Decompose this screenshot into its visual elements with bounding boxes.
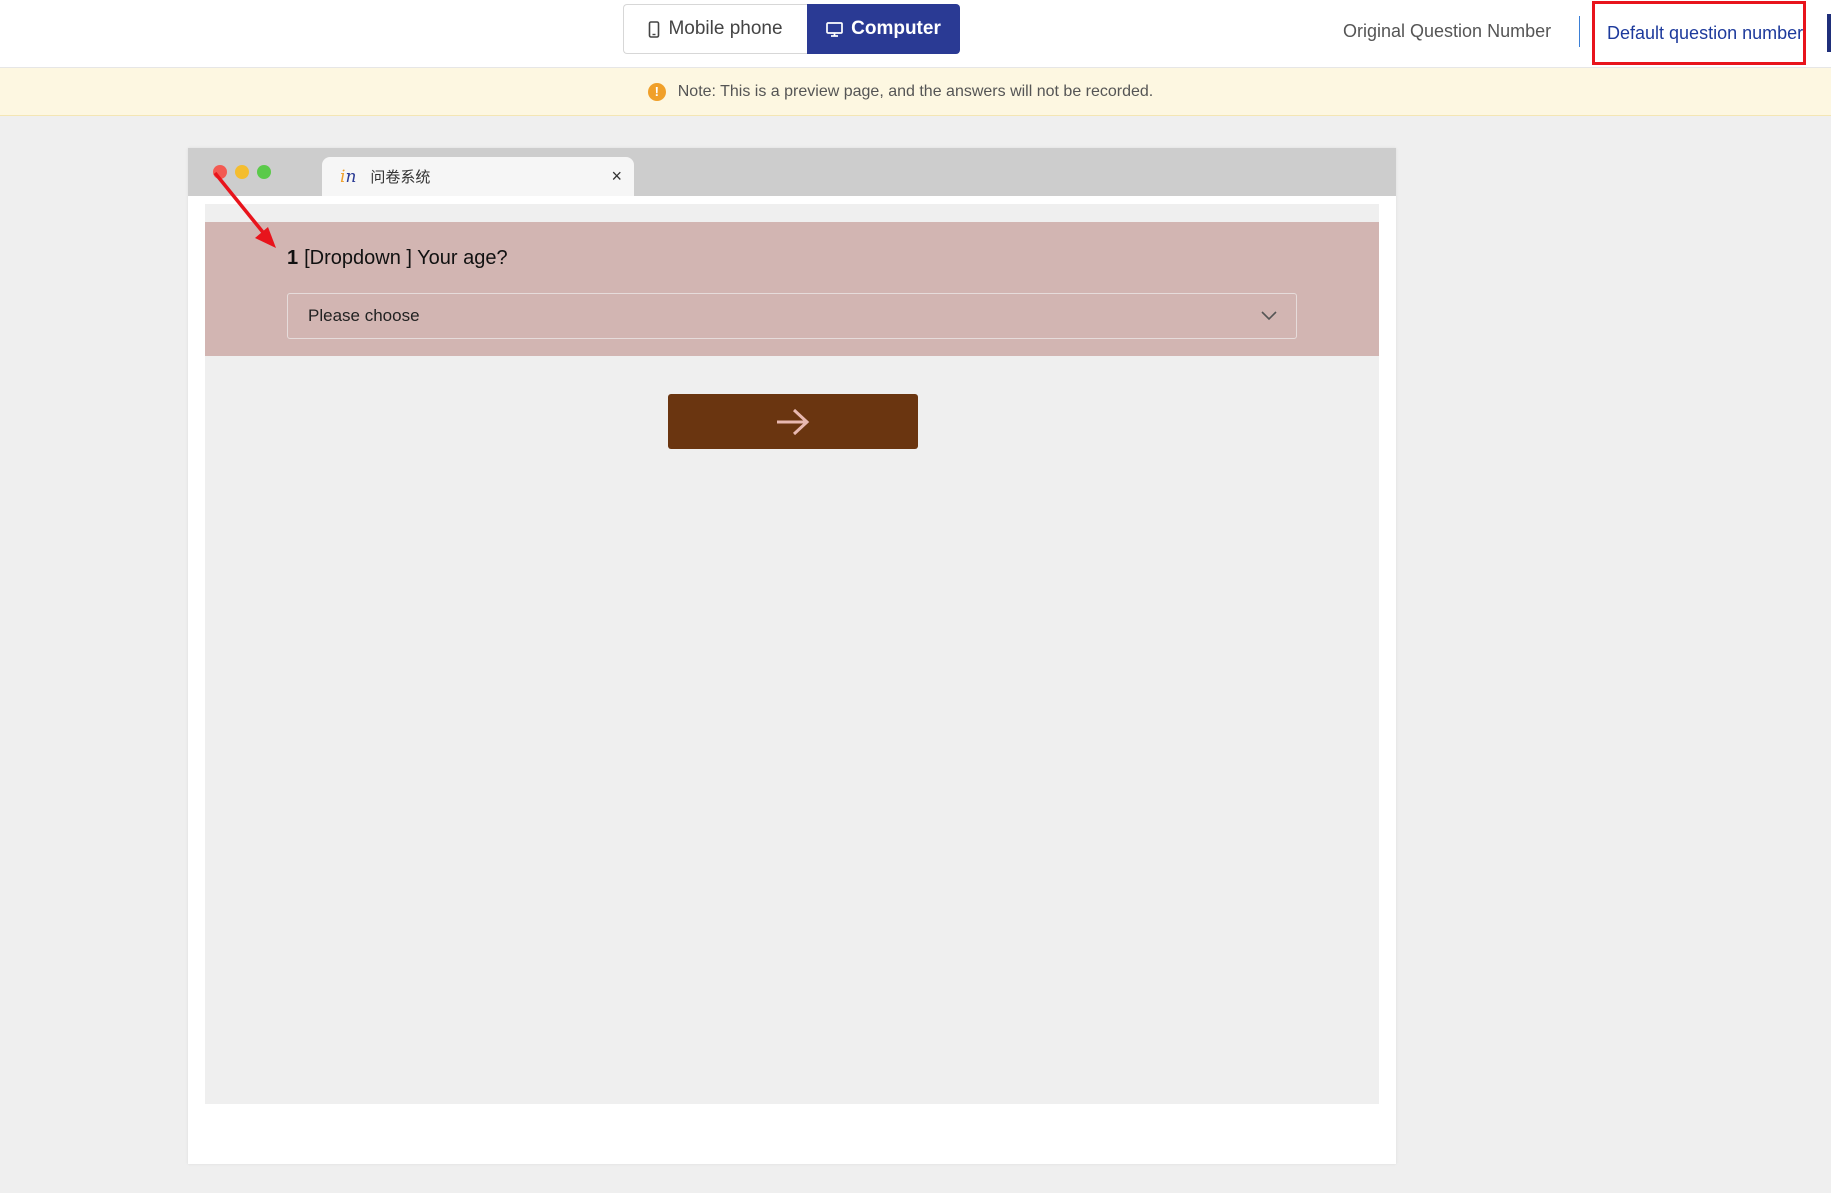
question-text: [Dropdown ] Your age? <box>304 247 508 269</box>
option-separator <box>1579 16 1580 47</box>
device-toggle: Mobile phone Computer <box>623 4 960 54</box>
question-block: 1 [Dropdown ] Your age? Please choose <box>205 222 1379 356</box>
next-button[interactable] <box>668 394 918 449</box>
browser-preview-frame: in 问卷系统 × 1 [Dropdown ] Your age? Please … <box>188 148 1396 1164</box>
computer-label: Computer <box>851 18 941 39</box>
window-maximize-dot <box>257 165 271 179</box>
default-question-number-label: Default question number <box>1607 22 1804 43</box>
warning-icon: ! <box>647 82 666 101</box>
tab-title: 问卷系统 <box>370 169 431 186</box>
mobile-phone-label: Mobile phone <box>668 18 783 39</box>
chevron-down-icon <box>1261 311 1277 321</box>
tab-close-icon[interactable]: × <box>611 166 622 187</box>
site-logo-icon: in <box>340 166 357 187</box>
survey-viewport: 1 [Dropdown ] Your age? Please choose <box>205 204 1379 1104</box>
browser-tab[interactable]: in 问卷系统 × <box>322 157 634 196</box>
window-close-dot <box>213 165 227 179</box>
default-question-number-option[interactable]: Default question number <box>1592 1 1806 65</box>
arrow-right-icon <box>777 408 810 435</box>
browser-chrome: in 问卷系统 × <box>188 148 1396 196</box>
computer-button[interactable]: Computer <box>807 4 960 54</box>
question-number: 1 <box>287 247 299 269</box>
preview-notice-bar: ! Note: This is a preview page, and the … <box>0 68 1831 116</box>
dropdown-placeholder: Please choose <box>308 306 420 325</box>
monitor-icon <box>826 21 843 37</box>
right-edge-button[interactable] <box>1827 14 1831 52</box>
top-bar: Mobile phone Computer Original Question … <box>0 0 1831 68</box>
preview-notice-text: Note: This is a preview page, and the an… <box>677 82 1154 100</box>
original-question-number-option[interactable]: Original Question Number <box>1343 21 1551 42</box>
mobile-phone-icon <box>649 20 660 38</box>
age-dropdown[interactable]: Please choose <box>287 293 1297 339</box>
mobile-phone-button[interactable]: Mobile phone <box>623 4 807 54</box>
question-title: 1 [Dropdown ] Your age? <box>287 247 508 270</box>
window-minimize-dot <box>235 165 249 179</box>
